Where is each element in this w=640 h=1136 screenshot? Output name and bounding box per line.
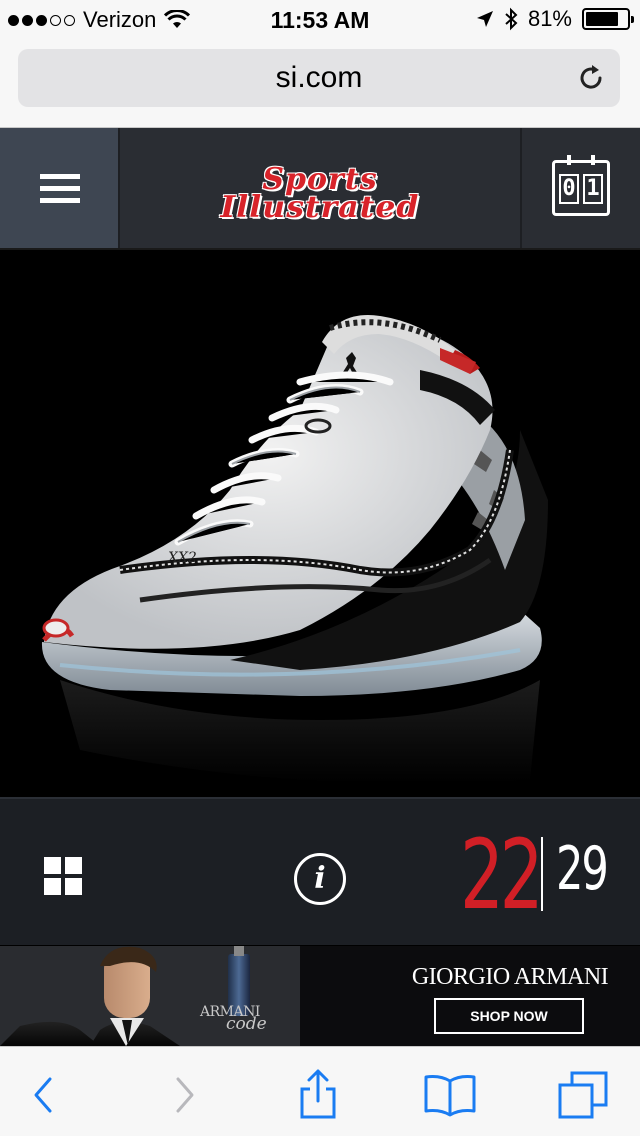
system-status: 81%: [476, 6, 634, 32]
issue-digit: 0: [559, 174, 579, 204]
sneaker-image: XX2: [41, 315, 548, 784]
share-icon[interactable]: [290, 1067, 346, 1123]
forward-chevron-icon[interactable]: [156, 1067, 212, 1123]
counter-divider: [541, 837, 543, 911]
ad-banner[interactable]: ARMANI code GIORGIO ARMANI SHOP NOW: [0, 946, 640, 1046]
issue-button[interactable]: 0 1: [520, 128, 640, 248]
gallery-total-count: 29: [556, 834, 609, 904]
hamburger-icon: [40, 174, 80, 179]
ad-product-subname: code: [226, 1014, 267, 1034]
info-icon[interactable]: i: [294, 853, 346, 905]
svg-text:XX2: XX2: [167, 550, 197, 566]
shop-now-button[interactable]: SHOP NOW: [434, 998, 584, 1034]
menu-button[interactable]: [0, 128, 120, 248]
battery-level: [586, 12, 619, 26]
battery-percent: 81%: [527, 6, 572, 31]
ad-brand: GIORGIO ARMANI: [411, 964, 609, 990]
logo-line-2: Illustrated: [220, 190, 420, 225]
gallery-current-index: 22: [460, 819, 544, 931]
gallery-controls: i 22 29: [0, 797, 640, 945]
calendar-icon: 0 1: [552, 155, 610, 216]
url-field[interactable]: si.com: [18, 49, 620, 107]
location-arrow-icon: [476, 11, 493, 27]
browser-address-bar: si.com: [0, 40, 640, 128]
reload-icon[interactable]: [576, 63, 606, 93]
sports-illustrated-logo[interactable]: Sports Illustrated: [200, 162, 440, 225]
gallery-photo[interactable]: XX2: [0, 248, 640, 796]
browser-toolbar: [0, 1046, 640, 1136]
bookmarks-icon[interactable]: [422, 1067, 478, 1123]
status-bar: Verizon 11:53 AM 81%: [0, 0, 640, 40]
bluetooth-icon: [505, 7, 518, 31]
issue-digit: 1: [583, 174, 603, 204]
grid-icon[interactable]: [44, 857, 82, 895]
url-text: si.com: [275, 61, 363, 94]
battery-icon: [582, 8, 634, 30]
site-header: Sports Illustrated 0 1: [0, 128, 640, 248]
tabs-icon[interactable]: [556, 1067, 612, 1123]
back-chevron-icon[interactable]: [16, 1067, 72, 1123]
